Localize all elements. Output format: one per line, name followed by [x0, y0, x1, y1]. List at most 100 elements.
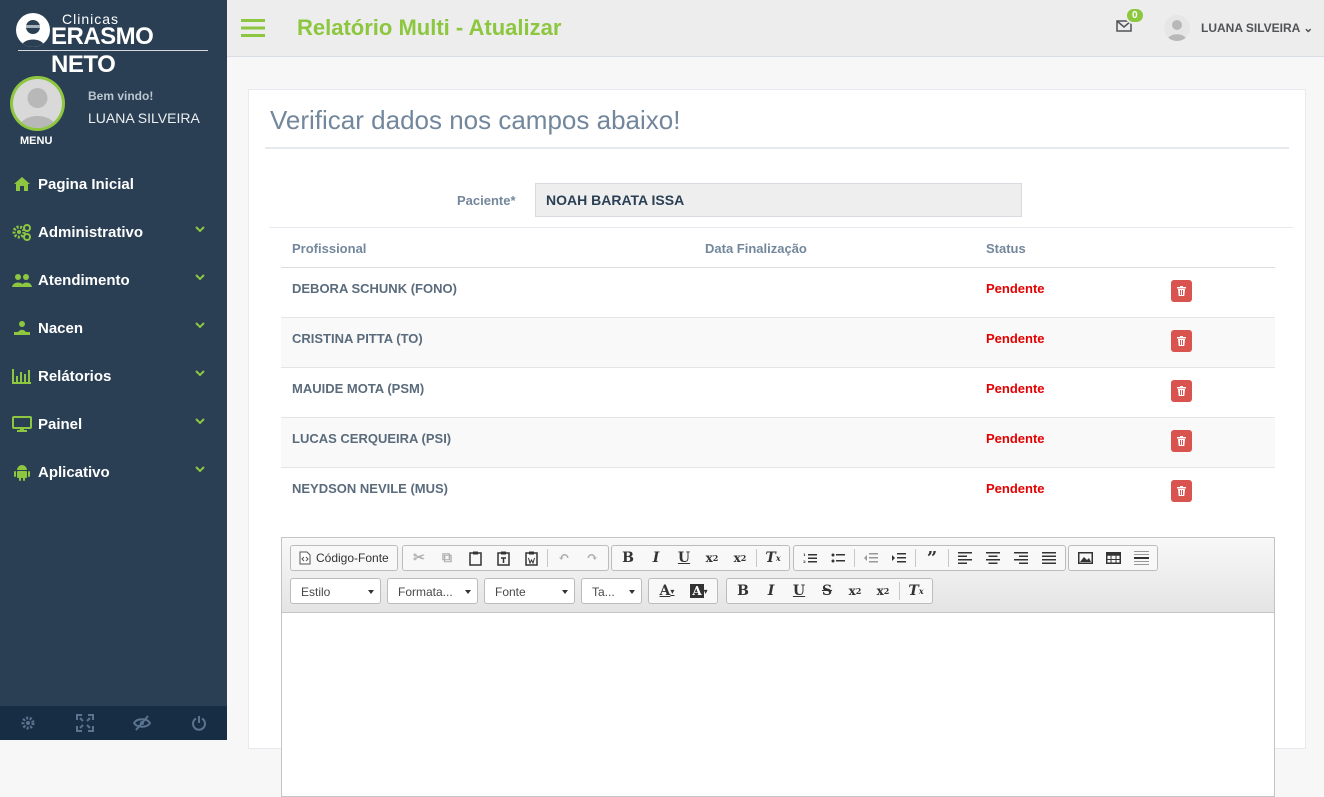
underline-icon[interactable]: U: [670, 547, 698, 569]
size-select-value: Ta...: [592, 585, 615, 599]
remove-format-icon[interactable]: Tx: [902, 580, 930, 602]
settings-icon[interactable]: [0, 706, 57, 740]
page-title: Relatório Multi - Atualizar: [297, 15, 562, 40]
subscript-icon[interactable]: x2: [841, 580, 869, 602]
bar-chart-icon: [12, 367, 32, 385]
superscript-icon[interactable]: x2: [726, 547, 754, 569]
sidebar-item-painel[interactable]: Painel: [0, 400, 227, 448]
trash-icon: [1177, 386, 1186, 396]
align-left-icon[interactable]: [951, 547, 979, 569]
italic-icon[interactable]: I: [757, 580, 785, 602]
superscript-icon[interactable]: x2: [869, 580, 897, 602]
font-select-value: Fonte: [495, 585, 526, 599]
eye-slash-icon[interactable]: [114, 706, 171, 740]
sidebar-item-relatorios[interactable]: Relátorios: [0, 352, 227, 400]
toolbar-separator: [915, 549, 916, 567]
cell-profissional: LUCAS CERQUEIRA (PSI): [292, 431, 452, 446]
logo[interactable]: Clinicas ERASMO NETO: [14, 10, 214, 78]
undo-icon[interactable]: ↶: [550, 547, 578, 569]
remove-format-icon[interactable]: Tx: [759, 547, 787, 569]
paste-word-icon[interactable]: [517, 547, 545, 569]
subscript-icon[interactable]: x2: [698, 547, 726, 569]
cell-profissional: DEBORA SCHUNK (FONO): [292, 281, 457, 296]
logo-face-icon: [16, 13, 50, 47]
chevron-down-icon: [465, 590, 471, 594]
fullscreen-icon[interactable]: [57, 706, 114, 740]
patient-field[interactable]: NOAH BARATA ISSA: [535, 183, 1022, 217]
toolbar-separator: [756, 549, 757, 567]
user-menu-toggle[interactable]: LUANA SILVEIRA ⌄: [1201, 21, 1313, 35]
redo-icon[interactable]: ↷: [578, 547, 606, 569]
source-button[interactable]: Código-Fonte: [293, 551, 395, 565]
format-select-value: Formata...: [398, 585, 453, 599]
sidebar-item-administrativo[interactable]: Administrativo: [0, 208, 227, 256]
sidebar-item-atendimento[interactable]: Atendimento: [0, 256, 227, 304]
sitemap-icon: [12, 319, 32, 337]
table-row: CRISTINA PITTA (TO) Pendente: [281, 318, 1275, 368]
delete-button[interactable]: [1171, 280, 1192, 302]
delete-button[interactable]: [1171, 380, 1192, 402]
logo-underline: [18, 50, 208, 51]
menu-toggle-icon[interactable]: [241, 18, 265, 38]
numbered-list-icon[interactable]: 12: [796, 547, 824, 569]
delete-button[interactable]: [1171, 430, 1192, 452]
blockquote-icon[interactable]: ”: [918, 547, 946, 569]
editor-content-area[interactable]: [282, 613, 1274, 796]
sidebar-item-label: Nacen: [38, 319, 84, 337]
profile-avatar[interactable]: [10, 76, 65, 131]
bold-icon[interactable]: B: [614, 547, 642, 569]
cut-icon[interactable]: ✂: [405, 547, 433, 569]
sidebar: Clinicas ERASMO NETO MENU Bem vindo! LUA…: [0, 0, 227, 740]
italic-icon[interactable]: I: [642, 547, 670, 569]
table-icon[interactable]: [1099, 547, 1127, 569]
font-select[interactable]: Fonte: [484, 578, 575, 604]
style-select[interactable]: Estilo: [290, 578, 381, 604]
sidebar-footer: [0, 706, 227, 740]
sidebar-nav: Pagina Inicial Administrativo Atendiment…: [0, 160, 227, 496]
chevron-down-icon: [195, 466, 205, 473]
background-color-icon[interactable]: A ▾: [683, 580, 715, 602]
sidebar-item-pagina-inicial[interactable]: Pagina Inicial: [0, 160, 227, 208]
sidebar-item-label: Aplicativo: [38, 463, 110, 481]
cell-status: Pendente: [986, 381, 1045, 396]
align-right-icon[interactable]: [1007, 547, 1035, 569]
header-status: Status: [986, 241, 1026, 256]
source-code-icon: [299, 551, 311, 565]
delete-button[interactable]: [1171, 330, 1192, 352]
sidebar-item-aplicativo[interactable]: Aplicativo: [0, 448, 227, 496]
horizontal-rule-icon[interactable]: [1127, 547, 1155, 569]
menu-label[interactable]: MENU: [20, 135, 52, 147]
copy-icon[interactable]: ⧉: [433, 547, 461, 569]
bold-icon[interactable]: B: [729, 580, 757, 602]
image-icon[interactable]: [1071, 547, 1099, 569]
sidebar-item-label: Relátorios: [38, 367, 112, 385]
user-avatar[interactable]: [1164, 15, 1190, 41]
size-select[interactable]: Ta...: [581, 578, 642, 604]
home-icon: [12, 175, 32, 193]
cell-profissional: CRISTINA PITTA (TO): [292, 331, 423, 346]
bulleted-list-icon[interactable]: [824, 547, 852, 569]
trash-icon: [1177, 436, 1186, 446]
underline-icon[interactable]: U: [785, 580, 813, 602]
toolbar-separator: [948, 549, 949, 567]
outdent-icon[interactable]: [857, 547, 885, 569]
paste-text-icon[interactable]: [489, 547, 517, 569]
delete-button[interactable]: [1171, 480, 1192, 502]
divider: [265, 147, 1289, 149]
align-center-icon[interactable]: [979, 547, 1007, 569]
svg-text:2: 2: [803, 559, 806, 564]
toolbar-separator: [854, 549, 855, 567]
power-icon[interactable]: [170, 706, 227, 740]
strikethrough-icon[interactable]: S: [813, 580, 841, 602]
indent-icon[interactable]: [885, 547, 913, 569]
toolbar-separator: [899, 582, 900, 600]
toolbar-group-paragraph: 12 ”: [793, 545, 1066, 571]
text-color-icon[interactable]: A ▾: [651, 580, 683, 602]
align-justify-icon[interactable]: [1035, 547, 1063, 569]
cell-status: Pendente: [986, 431, 1045, 446]
paste-icon[interactable]: [461, 547, 489, 569]
mail-count-badge: 0: [1125, 7, 1145, 24]
chevron-down-icon: [195, 274, 205, 281]
format-select[interactable]: Formata...: [387, 578, 478, 604]
sidebar-item-nacen[interactable]: Nacen: [0, 304, 227, 352]
